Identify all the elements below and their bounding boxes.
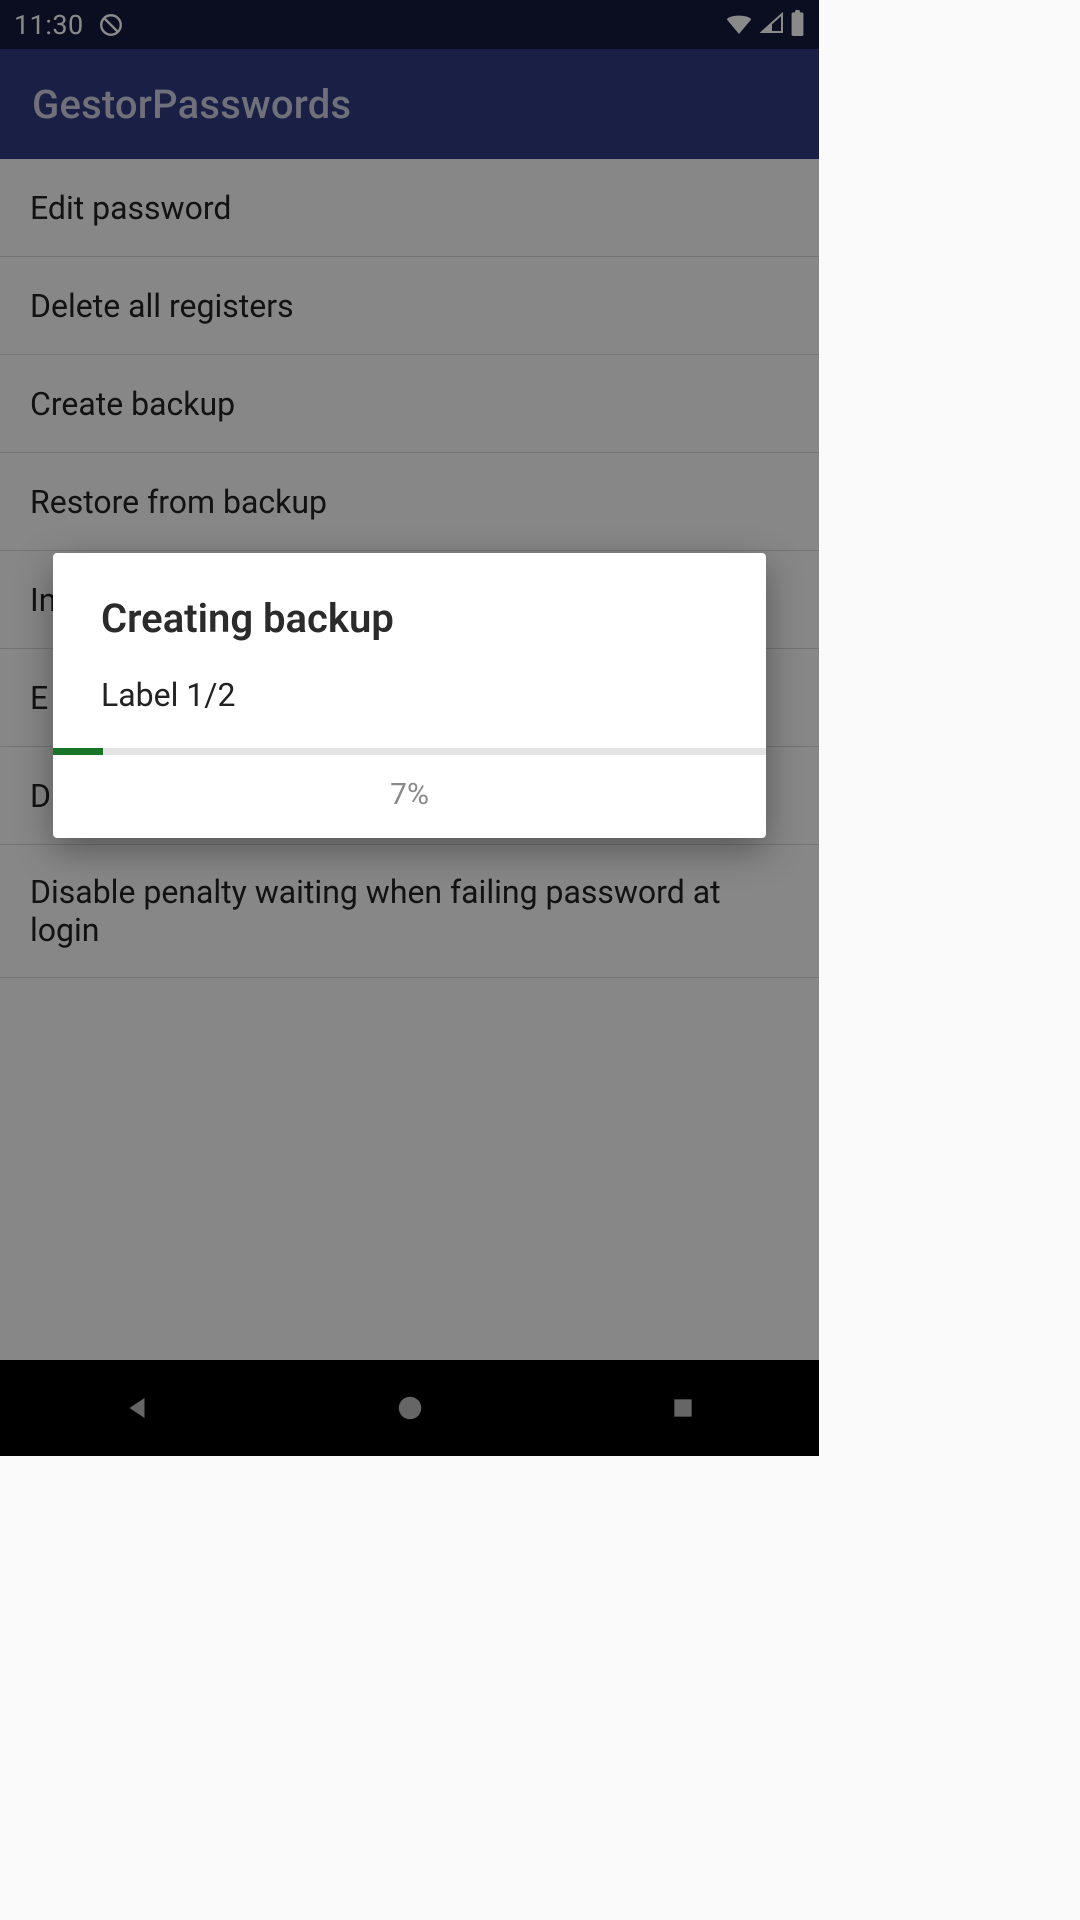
dialog-title: Creating backup bbox=[53, 553, 766, 662]
progress-percent-label: 7% bbox=[53, 755, 766, 838]
dialog-subtitle: Label 1/2 bbox=[53, 662, 766, 748]
progress-bar bbox=[53, 748, 766, 755]
progress-bar-fill bbox=[53, 748, 103, 755]
progress-dialog: Creating backup Label 1/2 7% bbox=[53, 553, 766, 838]
